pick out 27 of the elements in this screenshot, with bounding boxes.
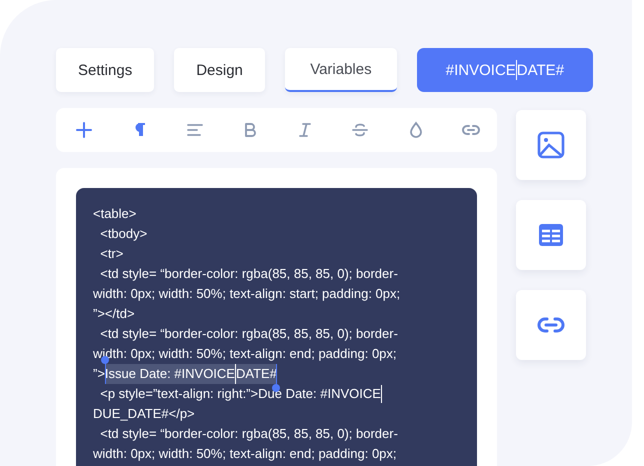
image-icon (536, 130, 566, 160)
add-icon[interactable] (75, 121, 93, 139)
tab[interactable]: Variables (284, 48, 397, 92)
strikethrough-icon[interactable] (351, 121, 370, 139)
code-line: width: 0px; width: 50%; text-align: end; padding: 0px; (93, 345, 397, 363)
code-editor[interactable] (76, 188, 477, 466)
code-line: ”></td> (93, 305, 135, 323)
text-cursor (380, 385, 382, 403)
code-line: <tbody> (99, 225, 148, 243)
code-line: <p style=”text-align: right:”>Due Date: #INVOICE (99, 385, 381, 403)
code-line: <tr> (99, 245, 124, 263)
tab[interactable]: Design (174, 48, 265, 92)
tab[interactable]: Settings (56, 48, 154, 92)
code-line: DUE_DATE#</p> (93, 405, 195, 423)
code-line: <table> (93, 205, 136, 223)
image-insert-button[interactable] (516, 110, 586, 180)
code-line: <td style= “border-color: rgba(85, 85, 85, 0); border- (99, 425, 398, 443)
variable-button[interactable]: #INVOICEDATE# (416, 48, 593, 92)
table-insert-button[interactable] (516, 200, 586, 270)
code-line: width: 0px; width: 50%; text-align: end; padding: 0px; (93, 445, 397, 463)
code-line: <td style= “border-color: rgba(85, 85, 85, 0); border- (99, 325, 398, 343)
code-line: <td style= “border-color: rgba(85, 85, 85, 0); border- (99, 265, 398, 283)
code-line: ”> (93, 365, 105, 383)
code-line: width: 0px; width: 50%; text-align: start; padding: 0px; (93, 285, 400, 303)
align-left-icon[interactable] (186, 121, 204, 139)
text-cursor (234, 364, 236, 384)
link-insert-button[interactable] (516, 290, 586, 360)
